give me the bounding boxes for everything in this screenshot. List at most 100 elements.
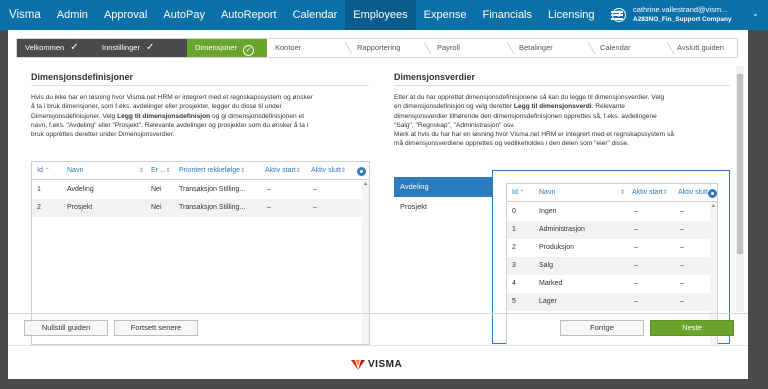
nav-item-financials[interactable]: Financials bbox=[474, 0, 540, 30]
cell-navn: Produksjon bbox=[539, 244, 575, 251]
gear-icon[interactable] bbox=[357, 167, 366, 176]
text-line: må dimensjonsverdiene opprettes og vedli… bbox=[394, 140, 629, 148]
nav-item-autopay[interactable]: AutoPay bbox=[155, 0, 213, 30]
dimension-item-avdeling[interactable]: Avdeling bbox=[394, 177, 492, 197]
nav-item-admin[interactable]: Admin bbox=[49, 0, 96, 30]
step-separator bbox=[587, 42, 596, 54]
step-label: Innstillinger bbox=[102, 43, 140, 52]
continue-later-button[interactable]: Fortsett senere bbox=[114, 320, 198, 336]
cell-id: 2 bbox=[512, 244, 516, 251]
column-header-aktiv-slutt[interactable]: Aktiv slutt⇕ bbox=[311, 162, 355, 180]
text-bold: Legg til dimensjonsverdi bbox=[513, 103, 592, 111]
step-separator bbox=[344, 42, 353, 54]
nav-item-calendar[interactable]: Calendar bbox=[285, 0, 346, 30]
header-label: Navn bbox=[67, 167, 84, 174]
text-part: . Relevante bbox=[591, 103, 625, 111]
header-label: Aktiv slutt bbox=[311, 167, 341, 174]
step-velkommen[interactable]: Velkommen ✓ bbox=[17, 39, 94, 57]
table-row[interactable]: 1 Administrasjon – – bbox=[507, 221, 717, 239]
cell-id: 1 bbox=[37, 186, 41, 193]
column-header-aktiv-slutt[interactable]: Aktiv slutt⇕ bbox=[678, 184, 708, 202]
cell-aktiv-slutt: – bbox=[680, 226, 684, 233]
table-row[interactable]: 2 Produksjon – – bbox=[507, 239, 717, 257]
setup-wizard-panel: Velkommen ✓ Innstillinger ✓ Dimensjoner ✓ K… bbox=[8, 30, 748, 379]
header-label: Prioritert rekkefølge bbox=[179, 167, 241, 174]
user-menu[interactable]: cathrine.vallestrand@vism... A283NO_Fin_… bbox=[633, 5, 732, 25]
cell-navn: Lager bbox=[539, 298, 557, 305]
scroll-up-icon[interactable]: ▲ bbox=[362, 181, 369, 187]
visma-logo-icon bbox=[351, 359, 365, 370]
cell-navn: Prosjekt bbox=[67, 204, 93, 211]
header-label: Aktiv start bbox=[265, 167, 296, 174]
panel-scrollbar[interactable] bbox=[736, 66, 744, 312]
next-button[interactable]: Neste bbox=[650, 320, 734, 336]
table-row[interactable]: 5 Lager – – bbox=[507, 293, 717, 311]
nav-item-approval[interactable]: Approval bbox=[96, 0, 155, 30]
visma-logo: VISMA bbox=[351, 359, 402, 370]
column-header-aktiv-start[interactable]: Aktiv start⇕ bbox=[265, 162, 309, 180]
cell-id: 1 bbox=[512, 226, 516, 233]
scroll-up-icon[interactable]: ▲ bbox=[710, 203, 717, 209]
table-row[interactable]: 3 Salg – – bbox=[507, 257, 717, 275]
column-header-id[interactable]: Id ⌃ bbox=[37, 162, 61, 180]
cell-aktiv-slutt: – bbox=[680, 208, 684, 215]
step-avslutt-guiden[interactable]: Avslutt guiden bbox=[677, 39, 724, 57]
cell-id: 4 bbox=[512, 280, 516, 287]
cell-er: Nei bbox=[151, 186, 162, 193]
text-part: og gi dimensjonsdefinisjonen et bbox=[210, 112, 305, 120]
table-row[interactable]: 1 Avdeling Nei Transaksjon Stilling... –… bbox=[32, 181, 369, 199]
step-rapportering[interactable]: Rapportering bbox=[357, 39, 400, 57]
checkmark-icon: ✓ bbox=[70, 42, 79, 53]
cell-aktiv-start: – bbox=[634, 244, 638, 251]
clock-check-icon: ✓ bbox=[243, 45, 255, 56]
column-header-id[interactable]: Id ⌃ bbox=[512, 184, 536, 202]
visma-logo-text: VISMA bbox=[368, 359, 403, 370]
wizard-stepper: Velkommen ✓ Innstillinger ✓ Dimensjoner ✓ K… bbox=[16, 38, 738, 58]
nav-brand-visma[interactable]: Visma bbox=[0, 0, 49, 30]
gear-icon[interactable] bbox=[708, 189, 717, 198]
nav-item-licensing[interactable]: Licensing bbox=[540, 0, 602, 30]
cell-aktiv-start: – bbox=[634, 298, 638, 305]
step-kontoer[interactable]: Kontoer bbox=[275, 39, 301, 57]
step-betalinger[interactable]: Betalinger bbox=[519, 39, 553, 57]
nav-item-autoreport[interactable]: AutoReport bbox=[213, 0, 285, 30]
step-dimensjoner[interactable]: Dimensjoner ✓ bbox=[187, 39, 267, 57]
column-header-navn[interactable]: Navn bbox=[539, 184, 621, 202]
nav-item-expense[interactable]: Expense bbox=[416, 0, 475, 30]
step-calendar[interactable]: Calendar bbox=[600, 39, 630, 57]
cell-aktiv-slutt: – bbox=[680, 244, 684, 251]
text-bold: Legg til dimensjonsdefinisjon bbox=[117, 112, 211, 120]
text-line: "Salg", "Regnskap", "Administrasjon" osv… bbox=[394, 121, 515, 129]
dimension-values-description: Etter at du har opprettet dimensjonsdefi… bbox=[394, 93, 734, 149]
table-row[interactable]: 2 Prosjekt Nei Transaksjon Stilling... –… bbox=[32, 199, 369, 217]
help-icon[interactable]: ? bbox=[612, 8, 626, 22]
scrollbar-thumb[interactable] bbox=[737, 74, 743, 254]
previous-button[interactable]: Forrige bbox=[560, 320, 644, 336]
chevron-down-icon[interactable]: ⌄ bbox=[752, 9, 759, 18]
dimension-item-prosjekt[interactable]: Prosjekt bbox=[394, 197, 492, 217]
reset-guide-button[interactable]: Nullstill guiden bbox=[24, 320, 108, 336]
cell-aktiv-slutt: – bbox=[680, 280, 684, 287]
sort-icon[interactable]: ⇕ bbox=[620, 184, 630, 202]
table-header: Id ⌃ Navn ⇕ Er ...⇕ Prioritert rekkefølg… bbox=[32, 162, 369, 180]
column-header-er[interactable]: Er ...⇕ bbox=[151, 162, 179, 180]
sort-icon: ⇕ bbox=[240, 168, 246, 174]
sort-icon: ⇕ bbox=[340, 168, 346, 174]
text-part: en dimensjonsdefinisjon og velg deretter bbox=[394, 103, 514, 111]
cell-aktiv-start: – bbox=[634, 262, 638, 269]
nav-item-employees[interactable]: Employees bbox=[345, 0, 416, 30]
footer-logo-area: VISMA bbox=[8, 345, 748, 379]
column-header-aktiv-start[interactable]: Aktiv start⇕ bbox=[632, 184, 676, 202]
cell-navn: Administrasjon bbox=[539, 226, 585, 233]
header-label: Er ... bbox=[151, 167, 166, 174]
dimension-definitions-title: Dimensjonsdefinisjoner bbox=[31, 72, 134, 82]
header-label: Id bbox=[37, 167, 43, 174]
divider bbox=[394, 85, 730, 86]
step-payroll[interactable]: Payroll bbox=[437, 39, 460, 57]
table-row[interactable]: 4 Marked – – bbox=[507, 275, 717, 293]
cell-navn: Ingen bbox=[539, 208, 557, 215]
step-innstillinger[interactable]: Innstillinger ✓ bbox=[94, 39, 187, 57]
sort-icon[interactable]: ⇕ bbox=[139, 162, 149, 180]
table-row[interactable]: 0 Ingen – – bbox=[507, 203, 717, 221]
column-header-prioritert-rekkefolge[interactable]: Prioritert rekkefølge⇕ bbox=[179, 162, 263, 180]
